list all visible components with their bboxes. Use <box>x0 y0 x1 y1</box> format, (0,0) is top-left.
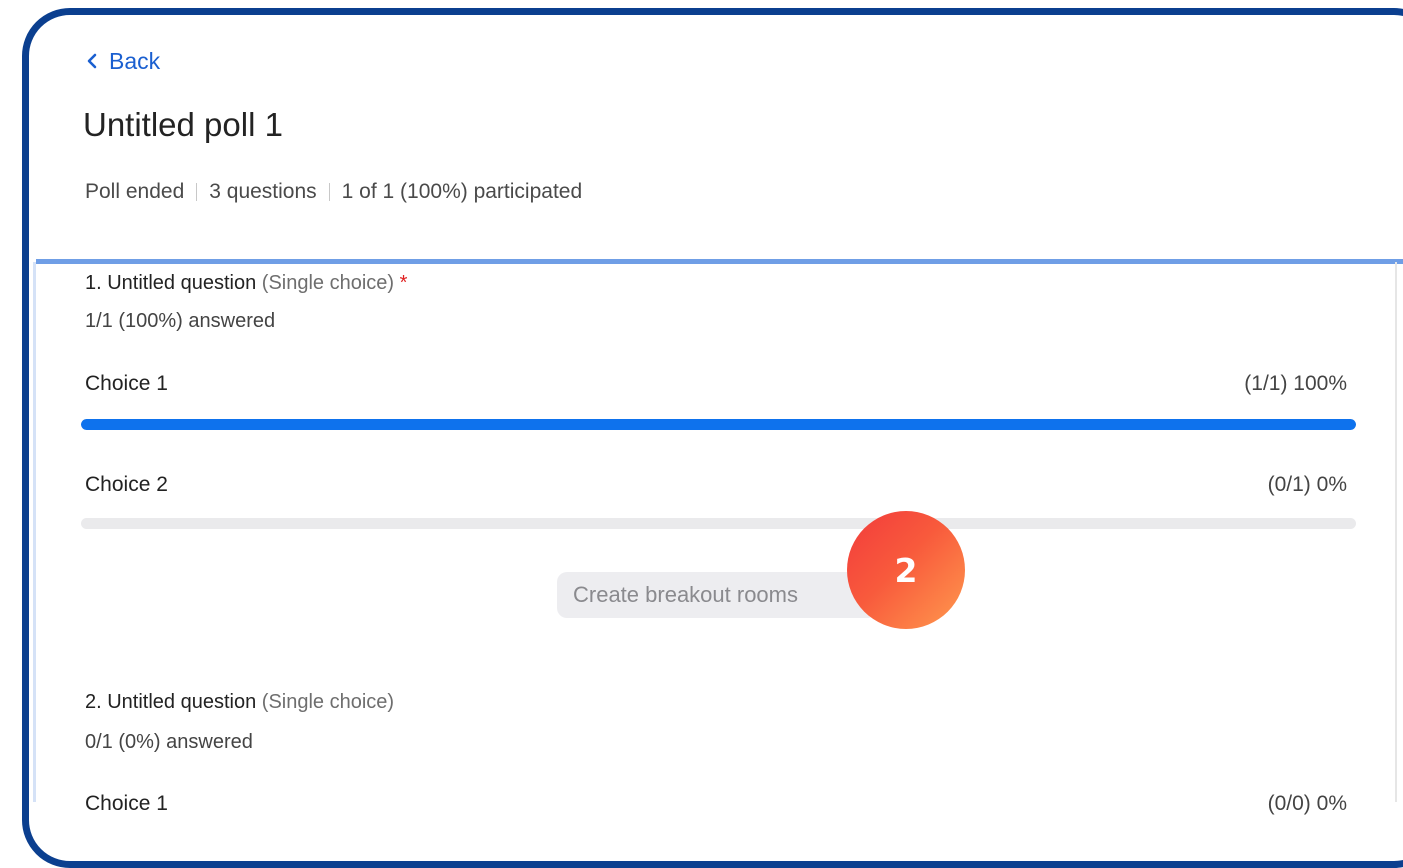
meta-divider <box>196 183 198 201</box>
content-border-right <box>1395 262 1397 802</box>
choice-label: Choice 1 <box>85 792 168 815</box>
meta-divider <box>328 183 330 201</box>
choice-result: (0/0) 0% <box>1267 792 1347 815</box>
poll-title: Untitled poll 1 <box>83 106 283 143</box>
poll-meta: Poll ended 3 questions 1 of 1 (100%) par… <box>85 180 582 204</box>
choice-label: Choice 2 <box>85 473 168 496</box>
question-type: (Single choice) <box>261 272 395 294</box>
back-label: Back <box>109 47 161 74</box>
chevron-left-icon <box>85 48 99 75</box>
content-border-left <box>33 262 36 802</box>
choice-progress-fill <box>81 419 1356 430</box>
question-2-title: 2. Untitled question (Single choice) <box>85 691 394 714</box>
choice-result: (1/1) 100% <box>1244 372 1347 395</box>
choice-progress-bar <box>81 518 1356 529</box>
choice-progress-bar <box>81 419 1356 430</box>
required-mark: * <box>399 272 408 294</box>
participation-stats: 1 of 1 (100%) participated <box>341 180 583 203</box>
choice-result: (0/1) 0% <box>1267 473 1347 496</box>
poll-status: Poll ended <box>85 180 185 203</box>
back-link[interactable]: Back <box>85 47 160 75</box>
question-1-title: 1. Untitled question (Single choice) * <box>85 272 407 295</box>
question-2-answered: 0/1 (0%) answered <box>85 731 253 753</box>
question-type: (Single choice) <box>261 691 395 713</box>
question-1-answered: 1/1 (100%) answered <box>85 310 276 332</box>
question-title: 1. Untitled question <box>85 272 257 294</box>
header-divider <box>36 259 1403 264</box>
question-title: 2. Untitled question <box>85 691 257 713</box>
create-breakout-rooms-button[interactable]: Create breakout rooms <box>557 572 877 618</box>
choice-label: Choice 1 <box>85 372 168 395</box>
question-count: 3 questions <box>209 180 317 203</box>
step-number-badge: 2 <box>847 511 965 629</box>
